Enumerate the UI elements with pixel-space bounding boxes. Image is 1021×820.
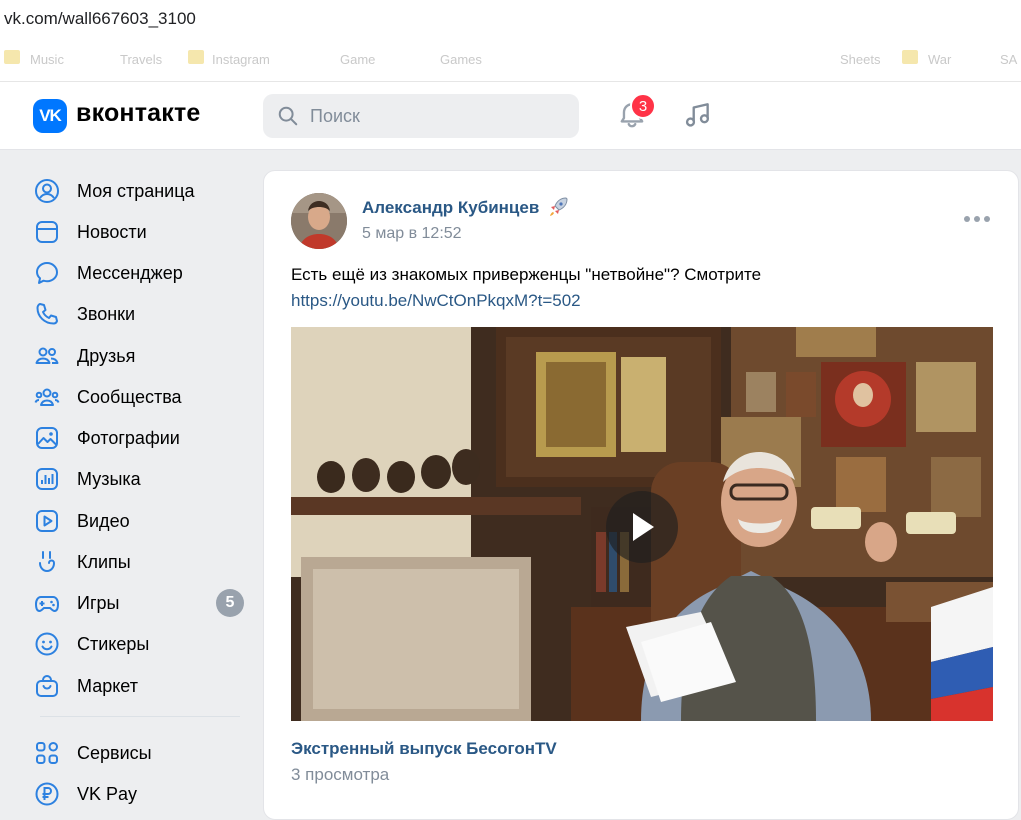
communities-icon bbox=[33, 383, 61, 411]
bookmark-item[interactable]: Instagram bbox=[212, 52, 270, 67]
sidebar-item-communities[interactable]: Сообщества bbox=[33, 378, 248, 416]
notification-badge: 3 bbox=[630, 93, 656, 119]
message-icon bbox=[33, 259, 61, 287]
folder-icon bbox=[188, 50, 204, 64]
bookmark-item[interactable]: Games bbox=[440, 52, 482, 67]
video-views: 3 просмотра bbox=[291, 765, 390, 784]
dot-icon bbox=[974, 216, 980, 222]
sidebar-item-news[interactable]: Новости bbox=[33, 213, 248, 251]
bookmark-item[interactable]: Travels bbox=[120, 52, 162, 67]
market-bag-icon bbox=[33, 672, 61, 700]
search-box[interactable] bbox=[263, 94, 579, 138]
sidebar-item-label: Видео bbox=[77, 510, 130, 531]
sidebar-item-label: Стикеры bbox=[77, 633, 150, 654]
post-author[interactable]: Александр Кубинцев bbox=[362, 198, 539, 218]
url-text[interactable]: vk.com/wall667603_3100 bbox=[4, 9, 196, 29]
left-sidebar: Моя страница Новости Мессенджер Звонки Д… bbox=[0, 150, 260, 806]
photo-icon bbox=[33, 424, 61, 452]
browser-address-bar[interactable]: vk.com/wall667603_3100 bbox=[0, 0, 1021, 38]
bookmark-item[interactable]: Game bbox=[340, 52, 375, 67]
sidebar-item-label: Сервисы bbox=[77, 742, 152, 763]
services-grid-icon bbox=[33, 739, 61, 767]
friends-icon bbox=[33, 342, 61, 370]
folder-icon bbox=[4, 50, 20, 64]
sidebar-item-label: Клипы bbox=[77, 551, 131, 572]
games-count-badge: 5 bbox=[216, 589, 244, 617]
rocket-icon bbox=[550, 197, 568, 216]
more-options-button[interactable] bbox=[964, 211, 990, 227]
post-text: Есть ещё из знакомых приверженцы "нетвой… bbox=[291, 265, 762, 284]
sidebar-item-clips[interactable]: Клипы bbox=[33, 543, 248, 581]
search-input[interactable] bbox=[310, 94, 570, 138]
play-icon bbox=[633, 513, 654, 541]
bookmark-item[interactable]: SA bbox=[1000, 52, 1017, 67]
sidebar-item-label: Игры bbox=[77, 592, 120, 613]
dot-icon bbox=[964, 216, 970, 222]
brand-wordmark[interactable]: вконтакте bbox=[76, 99, 201, 128]
sidebar-item-label: Моя страница bbox=[77, 180, 195, 201]
music-chart-icon bbox=[33, 465, 61, 493]
newsfeed-icon bbox=[33, 218, 61, 246]
sidebar-item-label: Сообщества bbox=[77, 386, 182, 407]
video-title[interactable]: Экстренный выпуск БесогонTV bbox=[291, 739, 557, 759]
post-date[interactable]: 5 мар в 12:52 bbox=[362, 225, 462, 243]
sidebar-item-label: Музыка bbox=[77, 468, 141, 489]
sidebar-item-messenger[interactable]: Мессенджер bbox=[33, 254, 248, 292]
dot-icon bbox=[984, 216, 990, 222]
bookmark-item[interactable]: Sheets bbox=[840, 52, 880, 67]
sidebar-item-label: Фотографии bbox=[77, 427, 180, 448]
music-note-icon[interactable] bbox=[683, 100, 713, 130]
phone-icon bbox=[33, 300, 61, 328]
folder-icon bbox=[902, 50, 918, 64]
vk-logo-icon[interactable]: VK bbox=[33, 99, 67, 133]
sidebar-divider bbox=[40, 716, 240, 717]
sidebar-item-photos[interactable]: Фотографии bbox=[33, 419, 248, 457]
sidebar-item-market[interactable]: Маркет bbox=[33, 667, 248, 705]
sidebar-item-label: Друзья bbox=[77, 345, 136, 366]
site-header: VK вконтакте 3 bbox=[0, 82, 1021, 150]
wall-post: Александр Кубинцев 5 мар в 12:52 Есть ещ… bbox=[263, 170, 1019, 820]
bookmark-item[interactable]: War bbox=[928, 52, 951, 67]
sidebar-item-services[interactable]: Сервисы bbox=[33, 734, 248, 772]
search-icon bbox=[278, 106, 298, 126]
sidebar-item-label: Мессенджер bbox=[77, 262, 183, 283]
user-circle-icon bbox=[33, 177, 61, 205]
play-button[interactable] bbox=[606, 491, 678, 563]
smile-icon bbox=[33, 630, 61, 658]
sidebar-item-label: Новости bbox=[77, 221, 147, 242]
post-link[interactable]: https://youtu.be/NwCtOnPkqxM?t=502 bbox=[291, 288, 581, 314]
sidebar-item-label: Звонки bbox=[77, 303, 136, 324]
sidebar-item-label: Маркет bbox=[77, 675, 138, 696]
sidebar-item-vkpay[interactable]: VK Pay bbox=[33, 775, 248, 813]
sidebar-item-friends[interactable]: Друзья bbox=[33, 337, 248, 375]
sidebar-item-stickers[interactable]: Стикеры bbox=[33, 625, 248, 663]
sidebar-item-label: VK Pay bbox=[77, 783, 138, 804]
vkpay-icon bbox=[33, 780, 61, 808]
sidebar-item-games[interactable]: Игры 5 bbox=[33, 584, 248, 622]
sidebar-item-calls[interactable]: Звонки bbox=[33, 295, 248, 333]
clips-icon bbox=[33, 548, 61, 576]
video-icon bbox=[33, 507, 61, 535]
sidebar-item-music[interactable]: Музыка bbox=[33, 460, 248, 498]
gamepad-icon bbox=[33, 589, 61, 617]
bookmarks-bar: Music Travels Instagram Game Games Sheet… bbox=[0, 38, 1021, 82]
avatar[interactable] bbox=[291, 193, 347, 249]
bookmark-item[interactable]: Music bbox=[30, 52, 64, 67]
sidebar-item-video[interactable]: Видео bbox=[33, 502, 248, 540]
video-thumbnail[interactable] bbox=[291, 327, 993, 721]
sidebar-item-my-page[interactable]: Моя страница bbox=[33, 172, 248, 210]
